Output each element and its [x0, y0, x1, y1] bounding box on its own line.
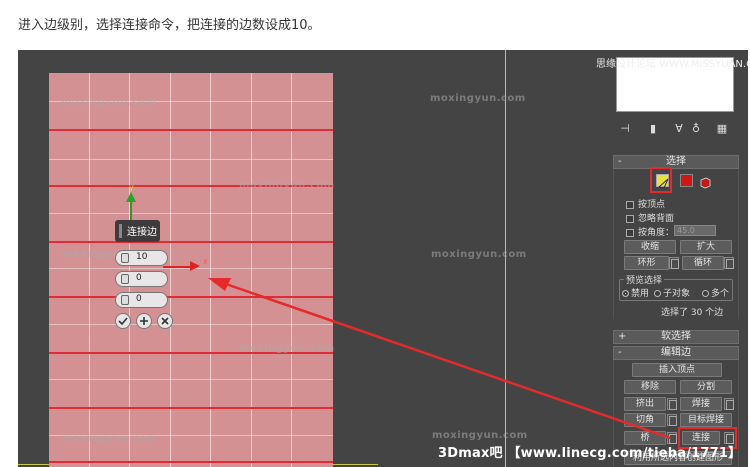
- ok-button[interactable]: [115, 313, 131, 329]
- config-icon[interactable]: ▦: [715, 122, 729, 136]
- chamfer-button[interactable]: 切角: [624, 413, 666, 427]
- max-screenshot: moxingyun.com moxingyun.com moxingyun.co…: [18, 50, 748, 467]
- apply-button[interactable]: [136, 313, 152, 329]
- soft-selection-rollout-header[interactable]: + 软选择: [613, 330, 739, 344]
- insert-vertex-button[interactable]: 插入顶点: [632, 363, 722, 377]
- selection-header-label: 选择: [666, 156, 686, 167]
- edge-level-highlight: [650, 167, 672, 193]
- pinch-icon: [121, 274, 129, 284]
- gizmo-y-label: y: [129, 183, 134, 192]
- selection-rollout-header[interactable]: - 选择: [613, 155, 739, 169]
- extrude-button[interactable]: 挤出: [624, 397, 666, 411]
- site-watermark: 3Dmax吧 【www.linecg.com/tieba/1771】: [438, 446, 742, 461]
- selected-edge-ring[interactable]: [49, 296, 333, 298]
- ignore-backfacing-checkbox[interactable]: 忽略背面: [626, 211, 674, 224]
- selected-edge-ring[interactable]: [49, 461, 333, 463]
- plane-row-edge: [49, 159, 333, 160]
- plane-row-edge: [49, 379, 333, 380]
- grow-button[interactable]: 扩大: [680, 240, 732, 254]
- ring-spinner-icon[interactable]: [669, 257, 679, 269]
- forum-watermark: 思缘设计论坛 WWW.MISSYUAN.COM: [596, 59, 748, 70]
- plane-row-edge: [49, 324, 333, 325]
- instruction-caption: 进入边级别，选择连接命令，把连接的边数设成10。: [18, 18, 321, 33]
- edit-edges-label: 编辑边: [661, 347, 691, 358]
- extrude-settings-icon[interactable]: [667, 398, 677, 410]
- remove-button[interactable]: 移除: [624, 380, 676, 394]
- gizmo-y-arrow[interactable]: [126, 192, 136, 202]
- ring-button[interactable]: 环形: [624, 256, 669, 270]
- edit-edges-rollout-header[interactable]: - 编辑边: [613, 346, 739, 360]
- watermark: moxingyun.com: [430, 93, 526, 104]
- selected-edge-ring[interactable]: [49, 129, 333, 131]
- segments-value: 10: [136, 252, 148, 262]
- slide-icon: [121, 295, 129, 305]
- cancel-button[interactable]: [157, 313, 173, 329]
- x-icon: [161, 317, 169, 325]
- stack-toolbar: ⊣ ▮ ∀ ♁ ▦: [616, 120, 744, 138]
- weld-button[interactable]: 焊接: [680, 397, 722, 411]
- shrink-button[interactable]: 收缩: [624, 240, 676, 254]
- chamfer-settings-icon[interactable]: [667, 414, 677, 426]
- watermark: moxingyun.com: [432, 430, 528, 441]
- segments-field[interactable]: 10: [115, 250, 168, 266]
- element-level-icon[interactable]: [699, 174, 712, 189]
- slide-field[interactable]: 0: [115, 292, 168, 308]
- plus-icon: [140, 317, 148, 325]
- pinch-field[interactable]: 0: [115, 271, 168, 287]
- pin-icon[interactable]: ⊣: [618, 122, 632, 136]
- segments-icon: [121, 253, 129, 263]
- split-button[interactable]: 分割: [680, 380, 732, 394]
- fork-icon[interactable]: ∀: [672, 122, 686, 136]
- gizmo-x-axis[interactable]: [163, 266, 191, 268]
- caddy-title[interactable]: 连接边: [115, 220, 160, 242]
- weld-settings-icon[interactable]: [724, 398, 734, 410]
- soft-selection-label: 软选择: [661, 331, 691, 342]
- preview-off-radio[interactable]: 禁用: [622, 286, 649, 299]
- selected-edge-ring[interactable]: [49, 241, 333, 243]
- by-vertex-checkbox[interactable]: 按顶点: [626, 197, 665, 210]
- delete-icon[interactable]: ♁: [689, 122, 703, 136]
- stack-icon[interactable]: ▮: [646, 122, 660, 136]
- check-icon: [118, 317, 128, 326]
- preview-multi-radio[interactable]: 多个: [702, 286, 729, 299]
- target-weld-button[interactable]: 目标焊接: [680, 413, 732, 427]
- watermark: moxingyun.com: [431, 249, 527, 260]
- loop-button[interactable]: 循环: [682, 256, 724, 270]
- selection-rollout: 按顶点 忽略背面 按角度： 45.0 收缩 扩大 环形 循环 预览选择 禁用 子…: [613, 167, 739, 319]
- gizmo-x-label: x: [203, 257, 208, 266]
- command-panel: ⊣ ▮ ∀ ♁ ▦ - 选择 按顶点 忽略背面 按角度： 45.0 收缩 扩大 环…: [608, 50, 748, 467]
- preview-selection-label: 预览选择: [624, 273, 665, 286]
- watermark: moxingyun.com: [61, 97, 157, 108]
- viewport-perspective[interactable]: moxingyun.com moxingyun.com moxingyun.co…: [18, 50, 608, 467]
- pinch-value: 0: [136, 273, 142, 283]
- watermark: moxingyun.com: [62, 433, 158, 444]
- plane-row-edge: [49, 213, 333, 214]
- watermark: moxingyun.com: [239, 180, 335, 191]
- selection-status: 选择了 30 个边: [661, 308, 724, 318]
- polygon-level-icon[interactable]: [680, 174, 693, 187]
- preview-subobject-radio[interactable]: 子对象: [654, 286, 690, 299]
- angle-spinner[interactable]: 45.0: [674, 225, 716, 236]
- slide-value: 0: [136, 294, 142, 304]
- watermark: moxingyun.com: [239, 343, 335, 354]
- loop-spinner-icon[interactable]: [724, 257, 734, 269]
- gizmo-x-arrow[interactable]: [190, 261, 200, 271]
- by-angle-checkbox[interactable]: 按角度：: [626, 225, 674, 238]
- selected-edge-ring[interactable]: [49, 407, 333, 409]
